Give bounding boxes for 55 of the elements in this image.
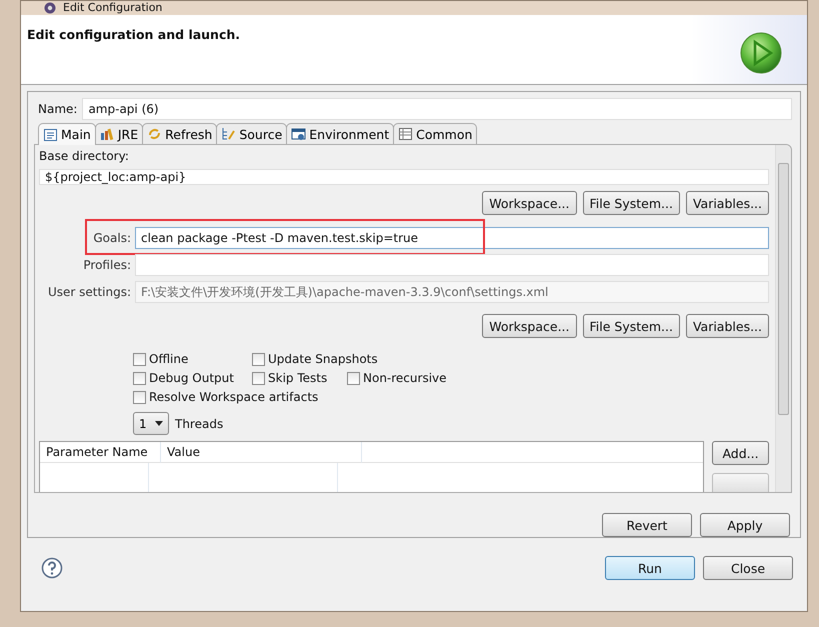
action-button[interactable]: Apply: [700, 513, 790, 537]
tab[interactable]: Main: [38, 123, 96, 145]
base-directory-label: Base directory:: [39, 149, 130, 163]
checkbox[interactable]: [347, 372, 360, 384]
action-button[interactable]: Revert: [602, 513, 692, 537]
name-field[interactable]: amp-api (6): [82, 98, 792, 120]
dialog-button[interactable]: Run: [605, 556, 695, 580]
document-icon: [43, 128, 58, 142]
checkbox[interactable]: [133, 372, 146, 384]
table-icon: [398, 127, 414, 141]
tree-icon: [221, 127, 236, 141]
name-label: Name:: [37, 102, 78, 116]
profiles-field[interactable]: [135, 254, 769, 276]
browse-button[interactable]: Workspace...: [482, 314, 577, 338]
dialog-button[interactable]: Close: [703, 556, 793, 580]
books-icon: [100, 127, 115, 141]
browse-button[interactable]: File System...: [582, 191, 680, 215]
browse-button[interactable]: File System...: [582, 314, 680, 338]
browse-button[interactable]: Variables...: [686, 314, 769, 338]
user-settings-label: User settings:: [46, 285, 131, 299]
checkbox[interactable]: [252, 372, 265, 384]
tab[interactable]: Common: [393, 123, 478, 144]
window-icon: [291, 127, 306, 141]
checkbox-option[interactable]: Skip Tests: [252, 371, 347, 385]
scrollbar[interactable]: [775, 145, 791, 492]
profiles-label: Profiles:: [82, 258, 131, 272]
arrows-icon: [147, 127, 162, 141]
tab[interactable]: Refresh: [142, 123, 218, 144]
tab[interactable]: Source: [216, 123, 288, 144]
header-title: Edit configuration and launch.: [27, 27, 240, 42]
window-title: Edit Configuration: [63, 1, 162, 15]
table-button[interactable]: Add...: [712, 441, 769, 465]
help-icon[interactable]: [41, 557, 63, 579]
threads-label: Threads: [175, 416, 224, 430]
user-settings-field[interactable]: F:\安装文件\开发环境(开发工具)\apache-maven-3.3.9\conf\settings.xml: [135, 281, 769, 303]
checkbox-option[interactable]: Debug Output: [133, 371, 252, 385]
column-header[interactable]: Parameter Name: [40, 442, 161, 463]
tab[interactable]: Environment: [286, 123, 394, 144]
checkbox[interactable]: [133, 390, 146, 404]
goals-label: Goals:: [92, 231, 131, 245]
checkbox-option[interactable]: Update Snapshots: [252, 352, 378, 366]
tab[interactable]: JRE: [94, 123, 144, 144]
goals-field[interactable]: clean package -Ptest -D maven.test.skip=true: [135, 227, 769, 249]
checkbox-option[interactable]: Resolve Workspace artifacts: [133, 390, 318, 404]
column-header[interactable]: Value: [161, 442, 362, 463]
threads-dropdown[interactable]: 1: [133, 412, 169, 435]
checkbox[interactable]: [252, 352, 265, 366]
caret-icon: [155, 421, 163, 426]
browse-button[interactable]: Workspace...: [482, 191, 577, 215]
base-directory-field[interactable]: ${project_loc:amp-api}: [39, 169, 769, 185]
run-icon: [739, 31, 783, 75]
checkbox[interactable]: [133, 352, 146, 366]
checkbox-option[interactable]: Offline: [133, 352, 252, 366]
browse-button[interactable]: Variables...: [686, 191, 769, 215]
checkbox-option[interactable]: Non-recursive: [347, 371, 447, 385]
